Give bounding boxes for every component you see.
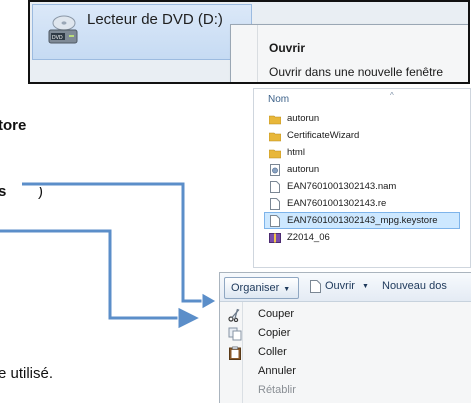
menu-item-copy[interactable]: Copier bbox=[228, 325, 468, 343]
file-row[interactable]: EAN7601001302143.nam bbox=[264, 178, 460, 195]
new-folder-button[interactable]: Nouveau dos bbox=[382, 280, 447, 292]
folder-icon bbox=[269, 115, 281, 125]
explorer-edit-panel: Organiser ▼ Ouvrir ▼ Nouveau dos Couper C… bbox=[219, 272, 471, 403]
menu-item-label: Annuler bbox=[258, 365, 296, 377]
menu-item-label: Rétablir bbox=[258, 384, 296, 396]
open-button[interactable]: Ouvrir bbox=[325, 280, 355, 292]
archive-icon bbox=[269, 233, 281, 243]
menu-item-label: Coller bbox=[258, 346, 287, 358]
file-row[interactable]: EAN7601001302143.re bbox=[264, 195, 460, 212]
document-icon bbox=[310, 280, 321, 293]
file-name: autorun bbox=[287, 113, 320, 124]
organize-label: Organiser bbox=[231, 282, 280, 294]
menu-separator bbox=[257, 25, 258, 82]
menu-item-label: Couper bbox=[258, 308, 295, 320]
arrow-to-copy bbox=[22, 181, 218, 310]
file-row[interactable]: autorun bbox=[264, 161, 460, 178]
file-row[interactable]: Z2014_06 bbox=[264, 229, 460, 246]
chevron-down-icon: ▼ bbox=[283, 286, 291, 293]
dvd-context-panel: DVD Lecteur de DVD (D:) Ouvrir Ouvrir da… bbox=[28, 0, 470, 84]
settings-file-icon bbox=[270, 164, 280, 176]
dvd-drive-icon: DVD bbox=[48, 15, 78, 44]
svg-text:DVD: DVD bbox=[52, 35, 63, 41]
copy-icon bbox=[228, 327, 242, 341]
menu-item-undo[interactable]: Annuler bbox=[228, 363, 468, 381]
file-name: Z2014_06 bbox=[287, 232, 330, 243]
file-row[interactable]: CertificateWizard bbox=[264, 127, 460, 144]
chevron-down-icon[interactable]: ▼ bbox=[362, 283, 369, 290]
menu-item-redo: Rétablir bbox=[228, 382, 468, 400]
file-row[interactable]: autorun bbox=[264, 110, 460, 127]
scissors-icon bbox=[228, 308, 240, 322]
doc-text-fragment-s: s bbox=[0, 183, 7, 200]
dvd-drive-label: Lecteur de DVD (D:) bbox=[87, 11, 223, 28]
menu-item-open-new-window[interactable]: Ouvrir dans une nouvelle fenêtre bbox=[269, 65, 443, 79]
file-name: html bbox=[287, 147, 305, 158]
dvd-drive-item[interactable]: DVD Lecteur de DVD (D:) bbox=[32, 4, 252, 60]
file-name: CertificateWizard bbox=[287, 130, 360, 141]
menu-item-label: Copier bbox=[258, 327, 291, 339]
menu-item-cut[interactable]: Couper bbox=[228, 306, 468, 324]
file-name: EAN7601001302143_mpg.keystore bbox=[287, 215, 438, 226]
file-icon bbox=[270, 181, 280, 193]
menu-item-paste[interactable]: Coller bbox=[228, 344, 468, 362]
file-icon bbox=[270, 198, 280, 210]
file-row[interactable]: html bbox=[264, 144, 460, 161]
file-row-selected[interactable]: EAN7601001302143_mpg.keystore bbox=[264, 212, 460, 229]
arrow-to-paste bbox=[0, 228, 202, 330]
doc-text-fragment-paren: ) bbox=[38, 183, 43, 200]
folder-icon bbox=[269, 132, 281, 142]
file-name: autorun bbox=[287, 164, 320, 175]
file-list-panel: Nom ^ autorun CertificateWizard html aut… bbox=[253, 88, 471, 268]
doc-text-fragment-tore: tore bbox=[0, 117, 27, 134]
organize-button[interactable]: Organiser ▼ bbox=[224, 277, 300, 299]
file-name: EAN7601001302143.nam bbox=[287, 181, 397, 192]
folder-icon bbox=[269, 149, 281, 159]
explorer-toolbar: Organiser ▼ Ouvrir ▼ Nouveau dos bbox=[220, 273, 471, 302]
sort-arrow-icon: ^ bbox=[390, 91, 394, 100]
doc-text-fragment-used: e utilisé. bbox=[0, 365, 54, 382]
file-name: EAN7601001302143.re bbox=[287, 198, 387, 209]
file-icon bbox=[270, 215, 280, 227]
edit-menu: Couper Copier Coller Annuler Rétablir bbox=[220, 302, 471, 403]
clipboard-icon bbox=[229, 346, 241, 360]
column-header-name[interactable]: Nom bbox=[268, 94, 289, 105]
menu-item-open[interactable]: Ouvrir bbox=[269, 41, 305, 55]
context-menu: Ouvrir Ouvrir dans une nouvelle fenêtre bbox=[230, 24, 468, 82]
